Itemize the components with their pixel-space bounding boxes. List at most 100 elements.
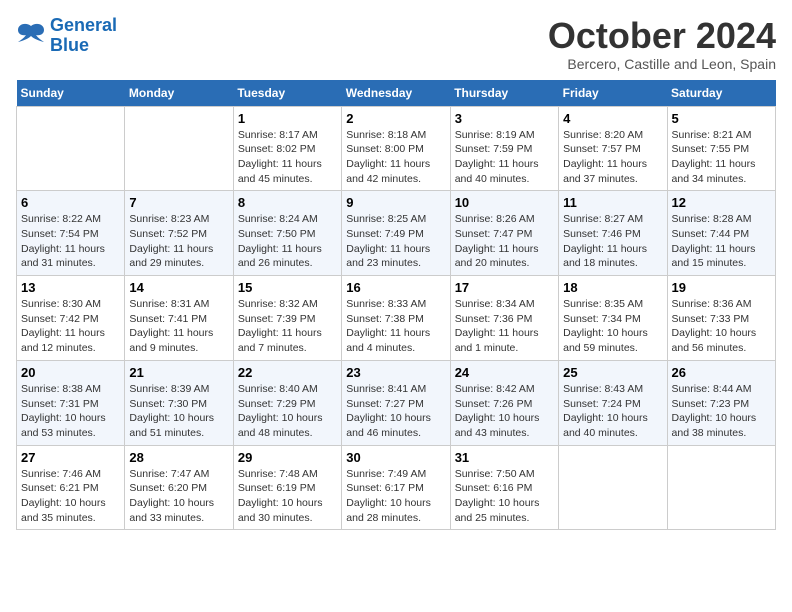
day-number: 11: [563, 195, 662, 210]
calendar-cell: 7 Sunrise: 8:23 AM Sunset: 7:52 PM Daylig…: [125, 191, 233, 276]
day-number: 20: [21, 365, 120, 380]
title-block: October 2024 Bercero, Castille and Leon,…: [548, 16, 776, 72]
weekday-header-wednesday: Wednesday: [342, 80, 450, 107]
calendar-cell: 30 Sunrise: 7:49 AM Sunset: 6:17 PM Dayli…: [342, 445, 450, 530]
day-number: 10: [455, 195, 554, 210]
calendar-cell: 9 Sunrise: 8:25 AM Sunset: 7:49 PM Daylig…: [342, 191, 450, 276]
day-number: 3: [455, 111, 554, 126]
day-info: Sunrise: 8:22 AM Sunset: 7:54 PM Dayligh…: [21, 212, 120, 271]
logo-icon: [16, 22, 46, 50]
day-info: Sunrise: 8:25 AM Sunset: 7:49 PM Dayligh…: [346, 212, 445, 271]
day-info: Sunrise: 7:48 AM Sunset: 6:19 PM Dayligh…: [238, 467, 337, 526]
day-info: Sunrise: 8:31 AM Sunset: 7:41 PM Dayligh…: [129, 297, 228, 356]
logo: General Blue: [16, 16, 117, 56]
day-info: Sunrise: 7:49 AM Sunset: 6:17 PM Dayligh…: [346, 467, 445, 526]
day-number: 26: [672, 365, 771, 380]
calendar-cell: 23 Sunrise: 8:41 AM Sunset: 7:27 PM Dayli…: [342, 360, 450, 445]
calendar-cell: 11Sunrise: 8:27 AM Sunset: 7:46 PM Dayli…: [559, 191, 667, 276]
day-number: 1: [238, 111, 337, 126]
day-info: Sunrise: 8:18 AM Sunset: 8:00 PM Dayligh…: [346, 128, 445, 187]
day-info: Sunrise: 8:17 AM Sunset: 8:02 PM Dayligh…: [238, 128, 337, 187]
day-info: Sunrise: 8:19 AM Sunset: 7:59 PM Dayligh…: [455, 128, 554, 187]
day-number: 2: [346, 111, 445, 126]
day-info: Sunrise: 8:33 AM Sunset: 7:38 PM Dayligh…: [346, 297, 445, 356]
calendar-cell: 16 Sunrise: 8:33 AM Sunset: 7:38 PM Dayli…: [342, 276, 450, 361]
calendar-cell: 29 Sunrise: 7:48 AM Sunset: 6:19 PM Dayli…: [233, 445, 341, 530]
calendar-cell: 21 Sunrise: 8:39 AM Sunset: 7:30 PM Dayli…: [125, 360, 233, 445]
day-number: 8: [238, 195, 337, 210]
calendar-cell: 13 Sunrise: 8:30 AM Sunset: 7:42 PM Dayli…: [17, 276, 125, 361]
calendar-cell: 20 Sunrise: 8:38 AM Sunset: 7:31 PM Dayli…: [17, 360, 125, 445]
day-info: Sunrise: 7:46 AM Sunset: 6:21 PM Dayligh…: [21, 467, 120, 526]
day-info: Sunrise: 8:44 AM Sunset: 7:23 PM Dayligh…: [672, 382, 771, 441]
day-info: Sunrise: 8:28 AM Sunset: 7:44 PM Dayligh…: [672, 212, 771, 271]
calendar-cell: 6 Sunrise: 8:22 AM Sunset: 7:54 PM Daylig…: [17, 191, 125, 276]
calendar-cell: 31Sunrise: 7:50 AM Sunset: 6:16 PM Dayli…: [450, 445, 558, 530]
day-info: Sunrise: 8:38 AM Sunset: 7:31 PM Dayligh…: [21, 382, 120, 441]
day-info: Sunrise: 8:42 AM Sunset: 7:26 PM Dayligh…: [455, 382, 554, 441]
day-number: 22: [238, 365, 337, 380]
day-info: Sunrise: 8:21 AM Sunset: 7:55 PM Dayligh…: [672, 128, 771, 187]
day-number: 7: [129, 195, 228, 210]
day-number: 19: [672, 280, 771, 295]
day-number: 6: [21, 195, 120, 210]
calendar-cell: 1 Sunrise: 8:17 AM Sunset: 8:02 PM Daylig…: [233, 106, 341, 191]
calendar-cell: 28Sunrise: 7:47 AM Sunset: 6:20 PM Dayli…: [125, 445, 233, 530]
weekday-header-monday: Monday: [125, 80, 233, 107]
day-number: 17: [455, 280, 554, 295]
calendar-cell: 25Sunrise: 8:43 AM Sunset: 7:24 PM Dayli…: [559, 360, 667, 445]
day-number: 16: [346, 280, 445, 295]
day-info: Sunrise: 8:20 AM Sunset: 7:57 PM Dayligh…: [563, 128, 662, 187]
calendar-cell: 4 Sunrise: 8:20 AM Sunset: 7:57 PM Daylig…: [559, 106, 667, 191]
calendar-cell: [667, 445, 775, 530]
day-info: Sunrise: 8:39 AM Sunset: 7:30 PM Dayligh…: [129, 382, 228, 441]
calendar-cell: 22 Sunrise: 8:40 AM Sunset: 7:29 PM Dayli…: [233, 360, 341, 445]
calendar-cell: [125, 106, 233, 191]
day-info: Sunrise: 8:23 AM Sunset: 7:52 PM Dayligh…: [129, 212, 228, 271]
day-number: 5: [672, 111, 771, 126]
day-info: Sunrise: 8:41 AM Sunset: 7:27 PM Dayligh…: [346, 382, 445, 441]
logo-text: General Blue: [50, 16, 117, 56]
calendar-cell: 14 Sunrise: 8:31 AM Sunset: 7:41 PM Dayli…: [125, 276, 233, 361]
calendar-cell: 5 Sunrise: 8:21 AM Sunset: 7:55 PM Daylig…: [667, 106, 775, 191]
day-info: Sunrise: 8:43 AM Sunset: 7:24 PM Dayligh…: [563, 382, 662, 441]
calendar-cell: 17 Sunrise: 8:34 AM Sunset: 7:36 PM Dayli…: [450, 276, 558, 361]
calendar-cell: 8Sunrise: 8:24 AM Sunset: 7:50 PM Daylig…: [233, 191, 341, 276]
calendar-cell: 10 Sunrise: 8:26 AM Sunset: 7:47 PM Dayli…: [450, 191, 558, 276]
page-header: General Blue October 2024 Bercero, Casti…: [16, 16, 776, 72]
day-info: Sunrise: 8:26 AM Sunset: 7:47 PM Dayligh…: [455, 212, 554, 271]
day-number: 28: [129, 450, 228, 465]
calendar-cell: 15Sunrise: 8:32 AM Sunset: 7:39 PM Dayli…: [233, 276, 341, 361]
calendar-cell: 12 Sunrise: 8:28 AM Sunset: 7:44 PM Dayli…: [667, 191, 775, 276]
day-number: 13: [21, 280, 120, 295]
day-number: 12: [672, 195, 771, 210]
weekday-header-thursday: Thursday: [450, 80, 558, 107]
calendar-cell: 27 Sunrise: 7:46 AM Sunset: 6:21 PM Dayli…: [17, 445, 125, 530]
month-title: October 2024: [548, 16, 776, 56]
calendar-cell: 2 Sunrise: 8:18 AM Sunset: 8:00 PM Daylig…: [342, 106, 450, 191]
day-number: 4: [563, 111, 662, 126]
day-number: 29: [238, 450, 337, 465]
day-number: 14: [129, 280, 228, 295]
day-number: 30: [346, 450, 445, 465]
calendar-table: SundayMondayTuesdayWednesdayThursdayFrid…: [16, 80, 776, 531]
day-number: 24: [455, 365, 554, 380]
day-info: Sunrise: 8:40 AM Sunset: 7:29 PM Dayligh…: [238, 382, 337, 441]
weekday-header-saturday: Saturday: [667, 80, 775, 107]
calendar-cell: 3 Sunrise: 8:19 AM Sunset: 7:59 PM Daylig…: [450, 106, 558, 191]
weekday-header-tuesday: Tuesday: [233, 80, 341, 107]
day-info: Sunrise: 8:32 AM Sunset: 7:39 PM Dayligh…: [238, 297, 337, 356]
day-number: 27: [21, 450, 120, 465]
calendar-cell: [17, 106, 125, 191]
location-subtitle: Bercero, Castille and Leon, Spain: [548, 56, 776, 72]
weekday-header-friday: Friday: [559, 80, 667, 107]
day-number: 23: [346, 365, 445, 380]
day-info: Sunrise: 8:34 AM Sunset: 7:36 PM Dayligh…: [455, 297, 554, 356]
calendar-cell: 19Sunrise: 8:36 AM Sunset: 7:33 PM Dayli…: [667, 276, 775, 361]
day-number: 18: [563, 280, 662, 295]
day-number: 21: [129, 365, 228, 380]
day-number: 9: [346, 195, 445, 210]
calendar-cell: 18Sunrise: 8:35 AM Sunset: 7:34 PM Dayli…: [559, 276, 667, 361]
calendar-cell: 26 Sunrise: 8:44 AM Sunset: 7:23 PM Dayli…: [667, 360, 775, 445]
day-info: Sunrise: 8:30 AM Sunset: 7:42 PM Dayligh…: [21, 297, 120, 356]
